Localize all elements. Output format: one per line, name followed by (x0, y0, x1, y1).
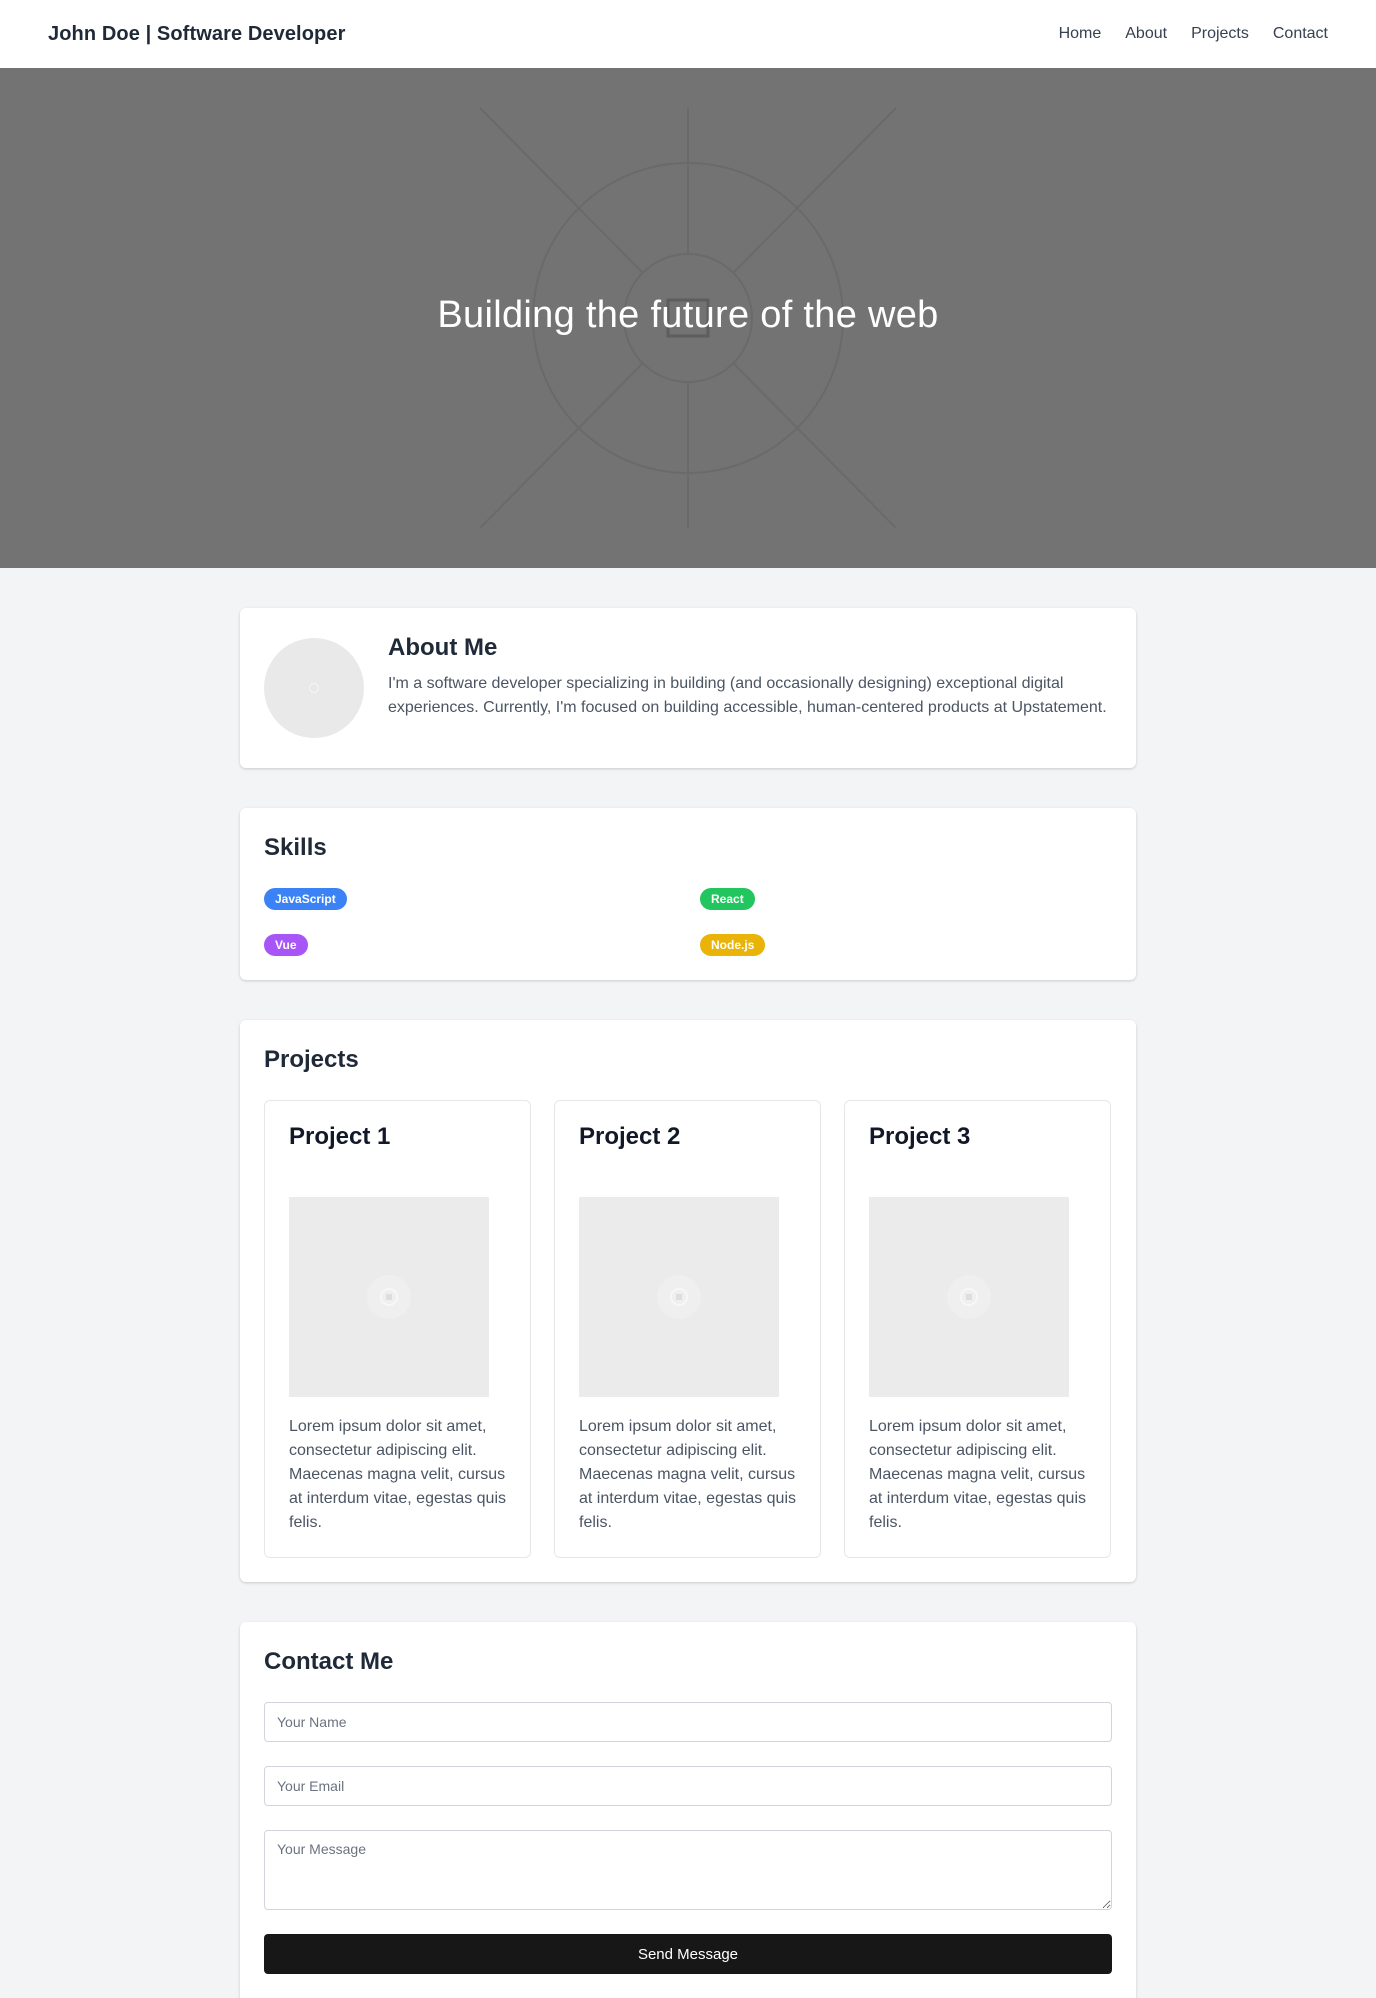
projects-card: Projects Project 1 Lorem ipsum dolor sit… (240, 1020, 1136, 1582)
contact-card: Contact Me Send Message (240, 1622, 1136, 1998)
projects-title: Projects (264, 1046, 359, 1073)
about-title: About Me (388, 634, 498, 661)
project-title: Project 1 (289, 1123, 391, 1150)
contact-title: Contact Me (264, 1648, 394, 1675)
message-textarea[interactable] (264, 1830, 1112, 1910)
skill-badge-javascript: JavaScript (264, 888, 347, 910)
main-nav: Home About Projects Contact (1059, 25, 1328, 43)
about-text: I'm a software developer specializing in… (388, 675, 1107, 716)
project-thumbnail (579, 1197, 779, 1397)
hero-title: Building the future of the web (437, 294, 939, 336)
nav-link-about[interactable]: About (1125, 25, 1167, 43)
name-input[interactable] (264, 1702, 1112, 1742)
send-message-button[interactable]: Send Message (264, 1934, 1112, 1974)
image-placeholder-icon (367, 1275, 411, 1319)
project-description: Lorem ipsum dolor sit amet, consectetur … (869, 1418, 1087, 1531)
email-input[interactable] (264, 1766, 1112, 1806)
about-card: About Me I'm a software developer specia… (240, 608, 1136, 768)
site-brand[interactable]: John Doe | Software Developer (48, 23, 345, 46)
project-title: Project 2 (579, 1123, 681, 1150)
image-placeholder-icon (947, 1275, 991, 1319)
nav-link-home[interactable]: Home (1059, 25, 1102, 43)
avatar (264, 638, 364, 738)
skill-badge-react: React (700, 888, 755, 910)
skill-badge-vue: Vue (264, 934, 308, 956)
nav-link-contact[interactable]: Contact (1273, 25, 1328, 43)
project-description: Lorem ipsum dolor sit amet, consectetur … (579, 1418, 797, 1531)
project-thumbnail (289, 1197, 489, 1397)
project-card-3[interactable]: Project 3 Lorem ipsum dolor sit amet, co… (844, 1100, 1111, 1558)
avatar-placeholder-icon (309, 683, 319, 693)
skill-badge-nodejs: Node.js (700, 934, 766, 956)
project-thumbnail (869, 1197, 1069, 1397)
project-card-1[interactable]: Project 1 Lorem ipsum dolor sit amet, co… (264, 1100, 531, 1558)
project-description: Lorem ipsum dolor sit amet, consectetur … (289, 1418, 507, 1531)
image-placeholder-icon (657, 1275, 701, 1319)
project-title: Project 3 (869, 1123, 971, 1150)
nav-link-projects[interactable]: Projects (1191, 25, 1249, 43)
hero-banner: Building the future of the web (0, 68, 1376, 568)
skills-title: Skills (264, 834, 327, 861)
project-card-2[interactable]: Project 2 Lorem ipsum dolor sit amet, co… (554, 1100, 821, 1558)
site-header: John Doe | Software Developer Home About… (0, 0, 1376, 68)
skills-card: Skills JavaScript React Vue Node.js (240, 808, 1136, 980)
